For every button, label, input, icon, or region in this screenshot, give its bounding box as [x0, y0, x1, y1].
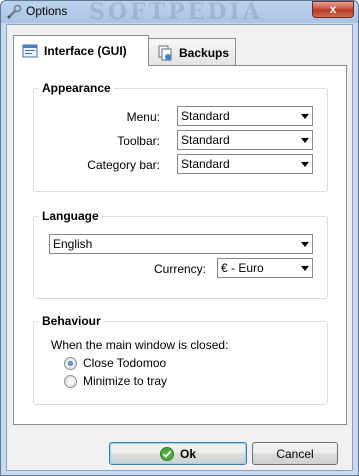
behaviour-prompt: When the main window is closed: [51, 338, 229, 352]
toolbar-select-value: Standard [181, 133, 230, 147]
currency-label: Currency: [153, 262, 206, 276]
category-bar-select[interactable]: Standard [177, 154, 313, 174]
tab-interface-label: Interface (GUI) [44, 44, 127, 58]
cancel-button[interactable]: Cancel [252, 442, 338, 465]
close-button[interactable]: x [312, 1, 354, 18]
menu-label: Menu: [126, 110, 160, 124]
dialog-client-area: Interface (GUI) Backups Appearance Menu:… [6, 24, 353, 471]
menu-select[interactable]: Standard [177, 106, 313, 126]
menu-select-value: Standard [181, 109, 230, 123]
chevron-down-icon [301, 162, 309, 167]
interface-tab-panel: Appearance Menu: Standard Toolbar: Stand… [13, 65, 347, 425]
tab-backups[interactable]: Backups [148, 38, 236, 66]
chevron-down-icon [301, 114, 309, 119]
close-todomoo-label: Close Todomoo [83, 356, 167, 370]
category-bar-select-value: Standard [181, 157, 230, 171]
language-select[interactable]: English [49, 234, 313, 254]
tab-interface-gui[interactable]: Interface (GUI) [13, 35, 149, 66]
appearance-group: Appearance Menu: Standard Toolbar: Stand… [33, 81, 328, 192]
minimize-to-tray-radio[interactable] [64, 374, 77, 388]
check-icon [159, 446, 174, 461]
currency-select[interactable]: € - Euro [217, 258, 313, 278]
category-bar-label: Category bar: [87, 158, 160, 172]
chevron-down-icon [301, 138, 309, 143]
chevron-down-icon [301, 266, 309, 271]
toolbar-select[interactable]: Standard [177, 130, 313, 150]
window-title: Options [26, 4, 68, 18]
options-window: Options SOFTPEDIA x Interface (GUI) Back… [0, 0, 359, 476]
close-todomoo-option[interactable]: Close Todomoo [64, 356, 166, 370]
title-bar[interactable]: Options SOFTPEDIA x [1, 0, 358, 25]
chevron-down-icon [301, 242, 309, 247]
close-todomoo-radio[interactable] [64, 356, 77, 370]
ok-button[interactable]: Ok [109, 442, 247, 465]
language-title: Language [39, 209, 102, 223]
tab-backups-label: Backups [179, 45, 230, 60]
behaviour-group: Behaviour When the main window is closed… [33, 314, 328, 405]
minimize-to-tray-option[interactable]: Minimize to tray [64, 374, 167, 388]
behaviour-title: Behaviour [39, 314, 104, 328]
language-select-value: English [53, 237, 93, 251]
backups-icon [158, 45, 172, 60]
app-wrench-icon [7, 4, 22, 19]
appearance-title: Appearance [39, 81, 114, 95]
currency-select-value: € - Euro [221, 261, 264, 275]
ok-button-label: Ok [179, 446, 196, 461]
interface-icon [22, 44, 38, 58]
watermark: SOFTPEDIA [89, 0, 263, 25]
minimize-to-tray-label: Minimize to tray [83, 374, 168, 388]
cancel-button-label: Cancel [276, 446, 314, 461]
toolbar-label: Toolbar: [117, 134, 160, 148]
language-group: Language English Currency: € - Euro [33, 209, 328, 299]
